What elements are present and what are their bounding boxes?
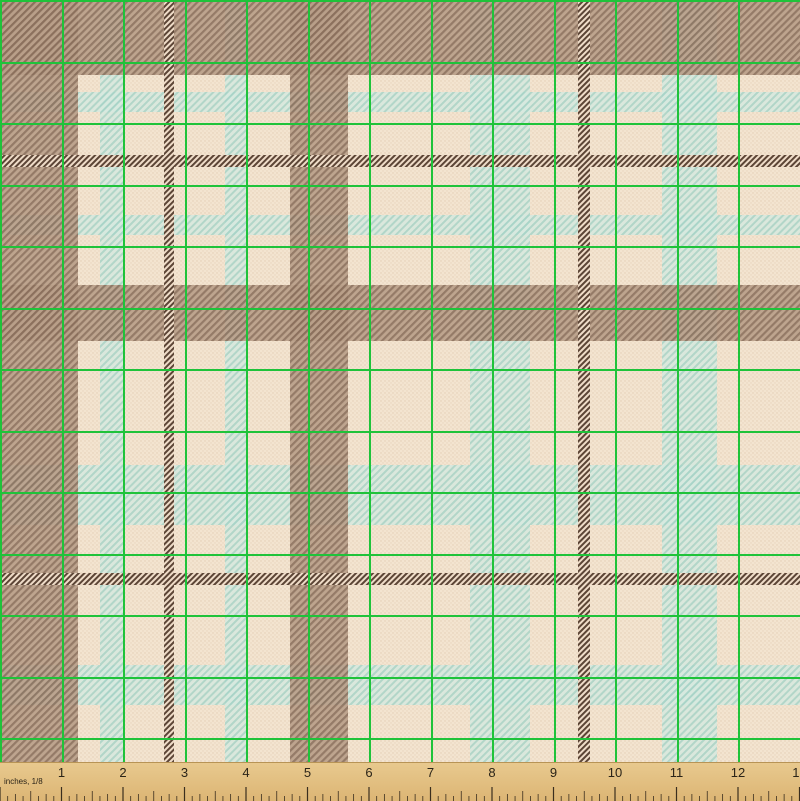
brown-vertical-band xyxy=(290,0,348,762)
ruler-number: 10 xyxy=(607,765,623,780)
dark-vertical-stripe xyxy=(578,0,590,762)
brown-vertical-band xyxy=(0,0,78,762)
teal-vertical-band xyxy=(225,0,247,762)
ruler-number: 1 xyxy=(57,765,66,780)
ruler-number: 2 xyxy=(119,765,127,780)
dark-horizontal-stripe xyxy=(0,573,800,585)
teal-vertical-band xyxy=(100,0,124,762)
teal-horizontal-band xyxy=(0,92,800,112)
inch-ruler: inches, 1/8 12345678910111213 xyxy=(0,762,800,801)
ruler-number: 13 xyxy=(792,765,800,780)
ruler-unit-label: inches, 1/8 xyxy=(4,777,43,786)
ruler-number: 3 xyxy=(180,765,189,780)
ruler-number: 4 xyxy=(242,765,250,780)
plaid-layer xyxy=(0,0,800,800)
ruler-number: 11 xyxy=(669,765,684,780)
ruler-number: 12 xyxy=(730,765,746,780)
teal-vertical-band xyxy=(470,0,530,762)
brown-horizontal-band xyxy=(0,285,800,341)
ruler-number: 7 xyxy=(426,765,435,780)
ruler-number: 8 xyxy=(488,765,496,780)
dark-horizontal-stripe xyxy=(0,155,800,167)
dark-vertical-stripe xyxy=(164,0,174,762)
ruler-number: 6 xyxy=(365,765,373,780)
teal-horizontal-band xyxy=(0,665,800,705)
plaid-fabric-swatch xyxy=(0,0,800,800)
teal-vertical-band xyxy=(662,0,717,762)
ruler-number: 9 xyxy=(549,765,558,780)
ruler-number: 5 xyxy=(303,765,312,780)
teal-horizontal-band xyxy=(0,465,800,525)
teal-horizontal-band xyxy=(0,215,800,235)
